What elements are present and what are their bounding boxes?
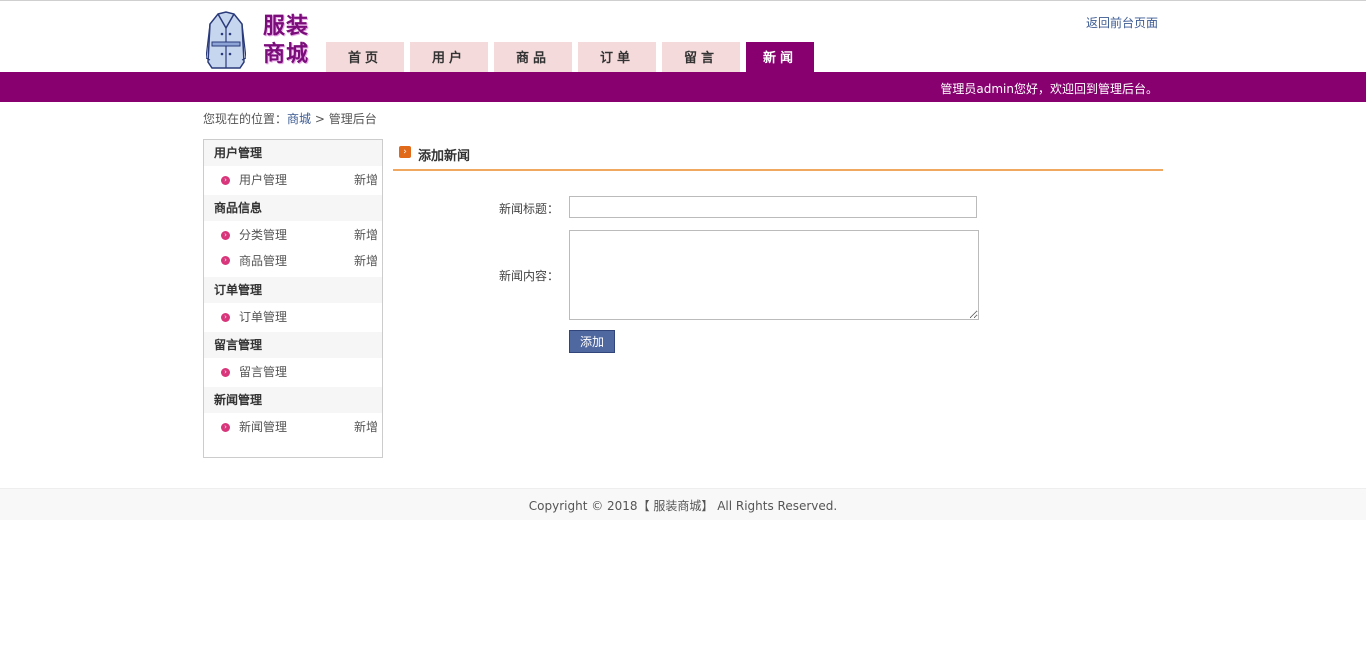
breadcrumb-current: 管理后台	[328, 112, 377, 126]
top-border	[0, 0, 1366, 1]
breadcrumb-prefix: 您现在的位置：	[203, 112, 288, 126]
site-logo[interactable]: 服装 商城	[206, 10, 318, 72]
sidebar-item-product-management[interactable]: › 商品管理 新增	[204, 248, 382, 277]
title-divider	[393, 169, 1163, 171]
breadcrumb-home-link[interactable]: 商城	[287, 112, 311, 126]
admin-sidebar: 用户管理 › 用户管理 新增 商品信息 › 分类管理 新增 › 商品管理 新增 …	[203, 139, 383, 458]
arrow-bullet-icon: ›	[221, 231, 230, 240]
tab-orders[interactable]: 订单	[578, 42, 656, 72]
tab-messages[interactable]: 留言	[662, 42, 740, 72]
sidebar-item-label[interactable]: 用户管理	[239, 173, 287, 187]
sidebar-add-link[interactable]: 新增	[354, 413, 378, 442]
arrow-bullet-icon: ›	[221, 313, 230, 322]
header-banner: 管理员admin您好，欢迎回到管理后台。	[0, 72, 1366, 102]
sidebar-section-orders: 订单管理	[204, 277, 382, 303]
tab-users[interactable]: 用户	[410, 42, 488, 72]
sidebar-item-user-management[interactable]: › 用户管理 新增	[204, 166, 382, 195]
arrow-bullet-icon: ›	[221, 368, 230, 377]
sidebar-item-label[interactable]: 新闻管理	[239, 420, 287, 434]
arrow-right-icon: ›	[399, 146, 411, 158]
copyright-text: Copyright © 2018【 服装商城】 All Rights Reser…	[528, 499, 838, 513]
sidebar-section-products: 商品信息	[204, 195, 382, 221]
arrow-bullet-icon: ›	[221, 256, 230, 265]
sidebar-item-news-management[interactable]: › 新闻管理 新增	[204, 413, 382, 442]
add-news-button[interactable]: 添加	[569, 330, 615, 353]
arrow-bullet-icon: ›	[221, 423, 230, 432]
sidebar-section-news: 新闻管理	[204, 387, 382, 413]
sidebar-add-link[interactable]: 新增	[354, 221, 378, 250]
breadcrumb: 您现在的位置：商城 > 管理后台	[203, 110, 377, 127]
sidebar-item-category-management[interactable]: › 分类管理 新增	[204, 221, 382, 248]
sidebar-section-messages: 留言管理	[204, 332, 382, 358]
sidebar-add-link[interactable]: 新增	[354, 248, 378, 275]
tab-home[interactable]: 首页	[326, 42, 404, 72]
news-content-textarea[interactable]	[569, 230, 979, 320]
return-frontend-link[interactable]: 返回前台页面	[1086, 14, 1158, 31]
sidebar-item-message-management[interactable]: › 留言管理	[204, 358, 382, 387]
sidebar-add-link[interactable]: 新增	[354, 166, 378, 195]
news-title-label: 新闻标题：	[498, 202, 559, 216]
logo-text: 服装 商城	[263, 13, 310, 67]
breadcrumb-separator: >	[314, 112, 325, 126]
sidebar-section-users: 用户管理	[204, 140, 382, 166]
tab-products[interactable]: 商品	[494, 42, 572, 72]
sidebar-item-label[interactable]: 分类管理	[239, 228, 287, 242]
news-title-input[interactable]	[569, 196, 977, 218]
coat-icon	[206, 11, 246, 69]
footer: Copyright © 2018【 服装商城】 All Rights Reser…	[0, 488, 1366, 520]
sidebar-item-label[interactable]: 留言管理	[239, 365, 287, 379]
tab-news[interactable]: 新闻	[746, 42, 814, 72]
welcome-message: 管理员admin您好，欢迎回到管理后台。	[940, 82, 1158, 96]
news-content-label: 新闻内容：	[498, 269, 559, 283]
page-title: 添加新闻	[418, 149, 471, 164]
sidebar-item-label[interactable]: 商品管理	[239, 254, 287, 268]
sidebar-item-label[interactable]: 订单管理	[239, 310, 287, 324]
sidebar-item-order-management[interactable]: › 订单管理	[204, 303, 382, 332]
arrow-bullet-icon: ›	[221, 176, 230, 185]
